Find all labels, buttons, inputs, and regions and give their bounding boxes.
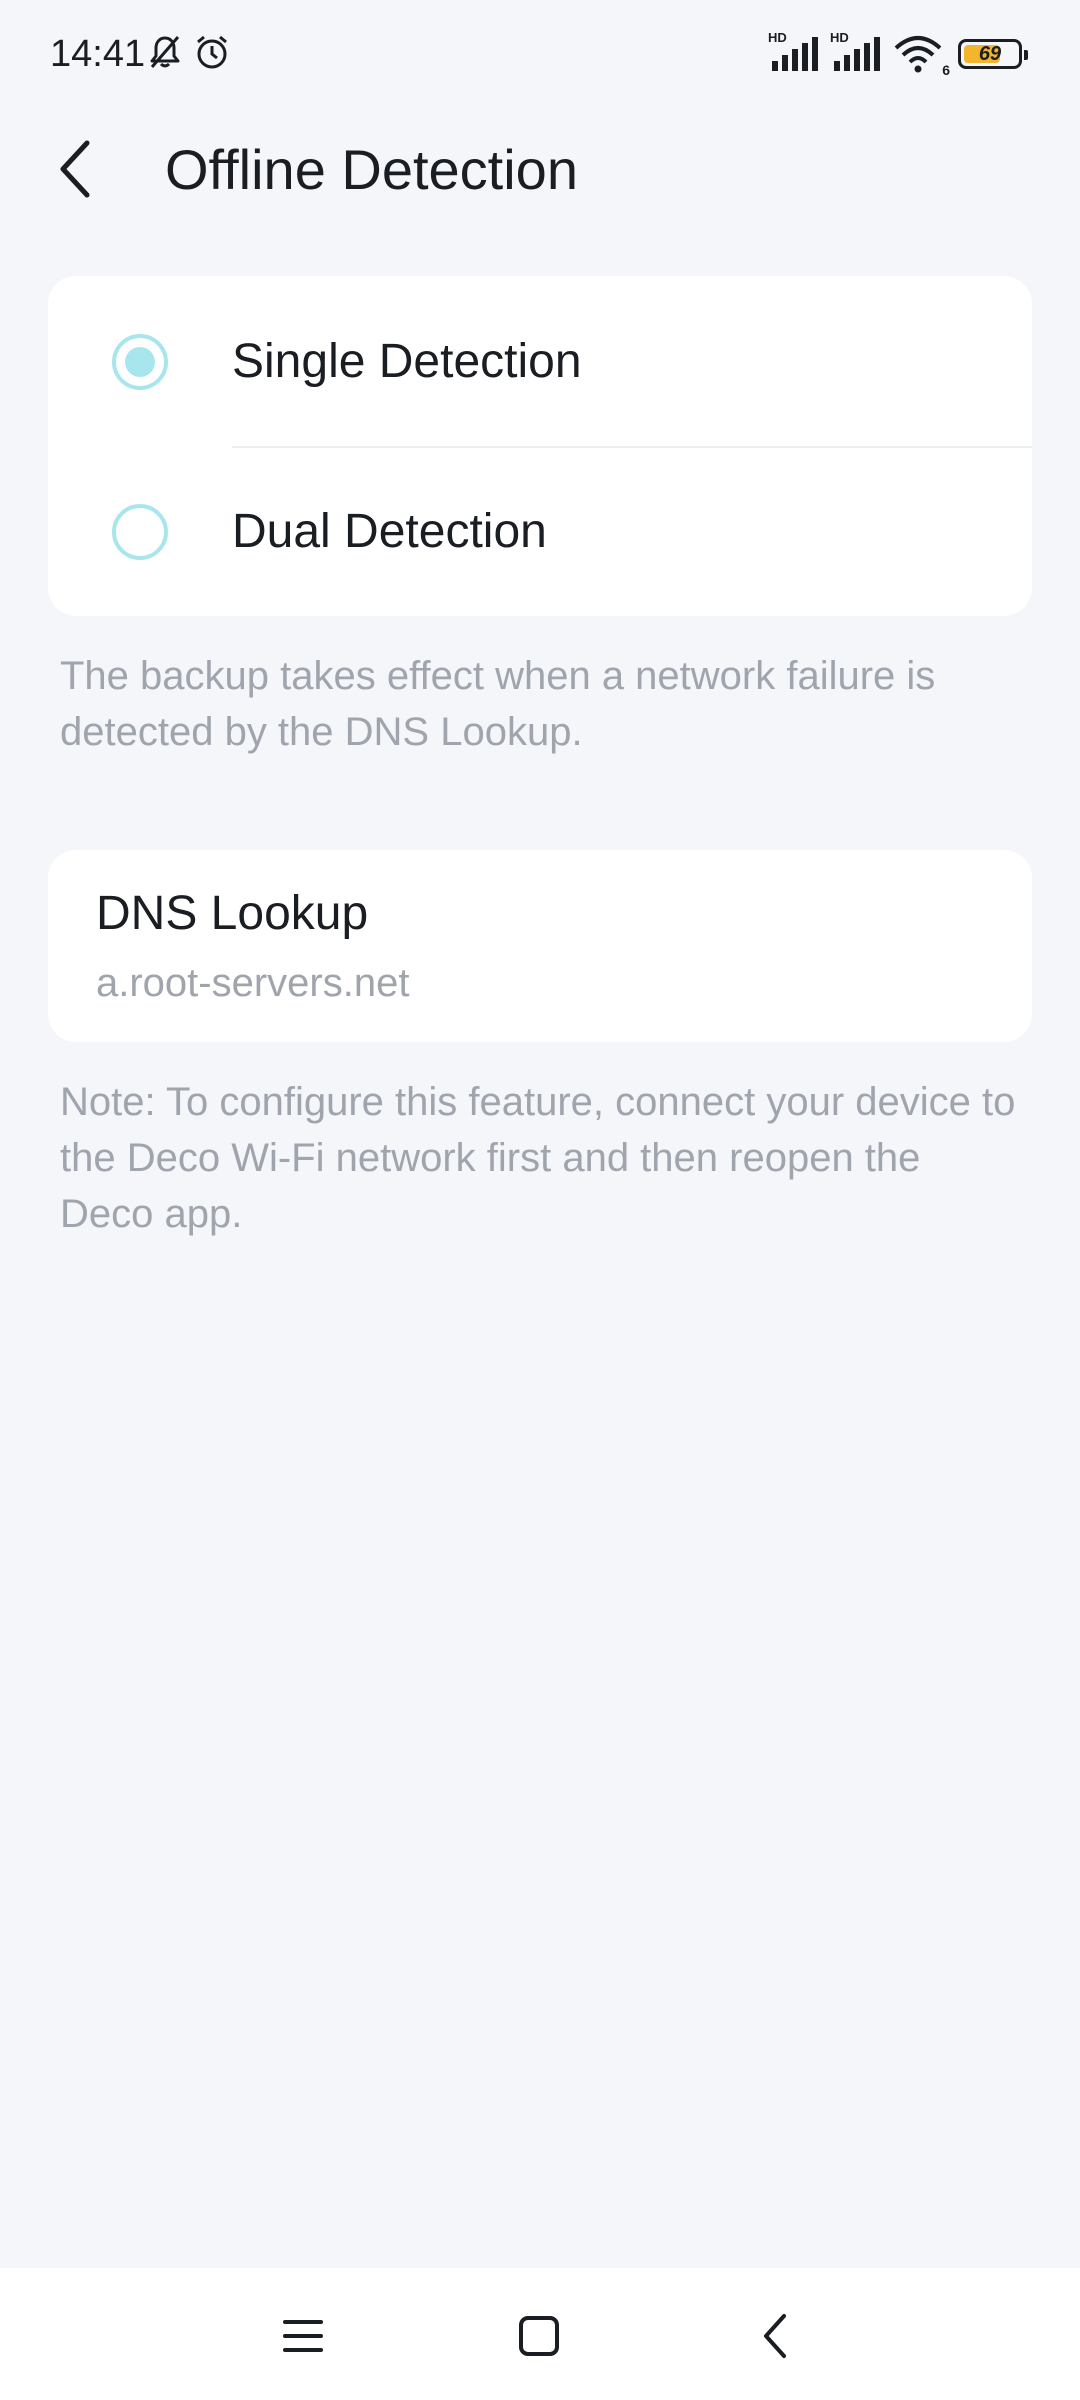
alarm-icon [192,32,232,77]
option-label: Dual Detection [232,505,547,558]
bell-off-icon [146,33,184,76]
battery-text: 69 [978,43,1002,65]
menu-icon [283,2320,323,2352]
back-triangle-icon [764,2314,786,2358]
cellular-signal-icon: HD [768,31,822,73]
system-nav-bar [0,2268,1080,2400]
radio-button-unselected[interactable] [112,504,168,560]
status-right-icons: HD HD 6 69 [768,31,1028,78]
nav-menu-button[interactable] [263,2296,343,2376]
dns-lookup-row[interactable]: DNS Lookup a.root-servers.net [48,850,1032,1042]
wifi-icon: 6 [892,34,950,78]
detection-mode-card: Single Detection Dual Detection [48,276,1032,616]
home-square-icon [519,2316,559,2356]
cellular-signal-icon: HD [830,31,884,73]
nav-home-button[interactable] [499,2296,579,2376]
battery-icon: 69 [958,39,1028,69]
status-left-icons [146,32,232,77]
detection-description: The backup takes effect when a network f… [60,654,936,754]
config-note: Note: To configure this feature, connect… [60,1080,1016,1236]
signal-2-label: HD [830,30,849,45]
signal-1-label: HD [768,30,787,45]
status-bar: 14:41 HD HD 6 69 [0,0,1080,106]
header: Offline Detection [0,106,1080,236]
nav-back-button[interactable] [735,2296,815,2376]
back-button[interactable] [40,134,110,204]
page-title: Offline Detection [165,138,578,201]
dns-lookup-label: DNS Lookup [96,887,369,940]
option-label: Single Detection [232,335,582,388]
status-time: 14:41 [50,33,146,75]
dns-lookup-value: a.root-servers.net [96,961,410,1005]
chevron-left-icon [60,140,90,198]
wifi-label: 6 [942,62,950,78]
option-single-detection[interactable]: Single Detection [48,276,1032,446]
option-dual-detection[interactable]: Dual Detection [48,446,1032,616]
radio-button-selected[interactable] [112,334,168,390]
